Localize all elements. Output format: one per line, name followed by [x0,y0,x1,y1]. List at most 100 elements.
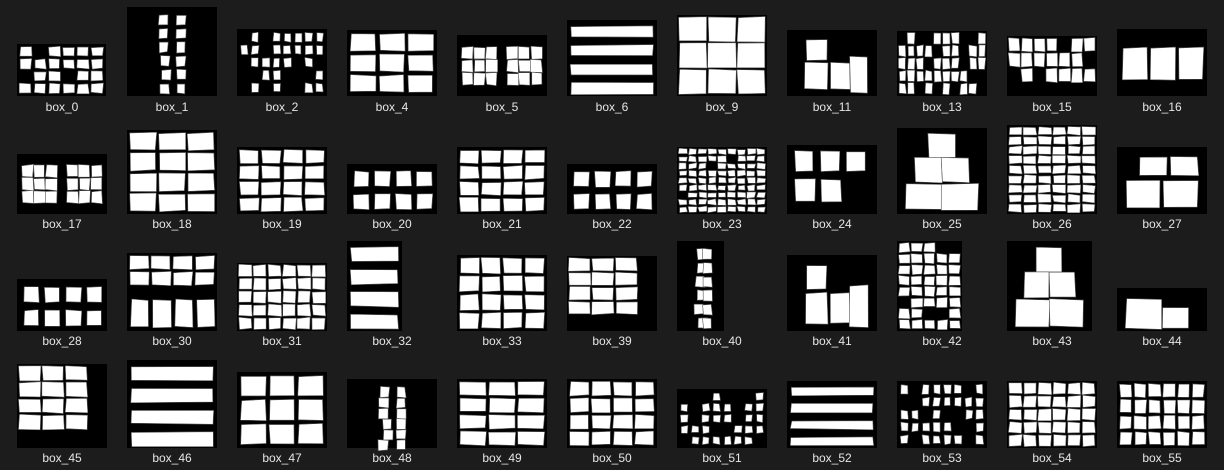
box-shape [756,177,767,184]
file-thumbnail-item[interactable]: box_21 [447,117,557,234]
box-shape [269,399,295,421]
box-shape [353,170,370,188]
box-shape [272,32,281,42]
file-thumbnail-item[interactable]: box_51 [667,351,777,468]
box-shape [911,319,923,329]
file-thumbnail-item[interactable]: box_9 [667,0,777,117]
file-thumbnail-item[interactable]: box_40 [667,234,777,351]
file-thumbnail-item[interactable]: box_30 [117,234,227,351]
box-shape [1023,271,1050,299]
file-thumbnail-item[interactable]: box_25 [887,117,997,234]
thumbnail-image [777,234,887,334]
file-thumbnail-item[interactable]: box_6 [557,0,667,117]
box-shape [679,206,688,214]
file-name-label: box_23 [702,217,742,231]
box-shape [267,263,282,277]
box-shape [261,57,271,68]
file-thumbnail-item[interactable]: box_39 [557,234,667,351]
file-thumbnail-item[interactable]: box_28 [7,234,117,351]
box-shape [924,285,936,297]
thumbnail-background [237,29,327,96]
file-name-label: box_45 [42,451,82,465]
box-shape [459,275,480,293]
box-shape [382,418,392,430]
box-shape [311,304,327,317]
box-shape [756,413,764,423]
file-thumbnail-item[interactable]: box_22 [557,117,667,234]
box-shape [503,149,524,164]
file-name-label: box_18 [152,217,192,231]
file-thumbnail-item[interactable]: box_32 [337,234,447,351]
file-thumbnail-item[interactable]: box_2 [227,0,337,117]
file-thumbnail-item[interactable]: box_26 [997,117,1107,234]
box-shape [1083,68,1096,82]
box-shape [1067,434,1081,446]
box-shape [707,148,717,155]
file-thumbnail-item[interactable]: box_42 [887,234,997,351]
box-shape [898,274,910,286]
file-thumbnail-item[interactable]: box_19 [227,117,337,234]
thumbnail-grid: box_0 box_1 box_2 box_4 box_5 box_6 box_9 box_1… [0,0,1224,470]
file-thumbnail-item[interactable]: box_44 [1107,234,1217,351]
box-shape [481,312,502,329]
file-thumbnail-item[interactable]: box_55 [1107,351,1217,468]
file-thumbnail-item[interactable]: box_20 [337,117,447,234]
file-thumbnail-item[interactable]: box_18 [117,117,227,234]
box-shape [240,399,267,422]
file-thumbnail-item[interactable]: box_24 [777,117,887,234]
box-shape [416,171,433,187]
box-shape [708,176,717,184]
file-thumbnail-item[interactable]: box_41 [777,234,887,351]
file-thumbnail-item[interactable]: box_43 [997,234,1107,351]
file-thumbnail-item[interactable]: box_50 [557,351,667,468]
box-shape [1191,414,1205,430]
box-shape [737,184,746,191]
box-shape [727,169,736,177]
file-thumbnail-item[interactable]: box_0 [7,0,117,117]
file-thumbnail-item[interactable]: box_31 [227,234,337,351]
file-thumbnail-item[interactable]: box_4 [337,0,447,117]
file-thumbnail-item[interactable]: box_16 [1107,0,1217,117]
box-shape [898,57,906,70]
file-thumbnail-item[interactable]: box_47 [227,351,337,468]
box-shape [568,286,591,301]
box-shape [968,44,978,58]
file-thumbnail-item[interactable]: box_17 [7,117,117,234]
box-shape [1070,38,1084,53]
file-thumbnail-item[interactable]: box_52 [777,351,887,468]
file-thumbnail-item[interactable]: box_13 [887,0,997,117]
file-thumbnail-item[interactable]: box_46 [117,351,227,468]
thumbnail-background [127,7,217,96]
box-shape [726,191,736,198]
box-shape [756,162,766,170]
file-name-label: box_43 [1032,334,1072,348]
file-thumbnail-item[interactable]: box_1 [117,0,227,117]
box-shape [239,165,260,180]
box-shape [1023,382,1037,395]
file-thumbnail-item[interactable]: box_5 [447,0,557,117]
file-thumbnail-item[interactable]: box_53 [887,351,997,468]
file-thumbnail-item[interactable]: box_45 [7,351,117,468]
file-thumbnail-item[interactable]: box_27 [1107,117,1217,234]
thumbnail-image [447,117,557,217]
file-thumbnail-item[interactable]: box_48 [337,351,447,468]
file-thumbnail-item[interactable]: box_15 [997,0,1107,117]
box-shape [570,44,654,56]
box-shape [1082,145,1096,155]
box-shape [933,384,941,395]
box-shape [723,414,732,423]
box-shape [907,57,916,70]
file-thumbnail-item[interactable]: box_11 [777,0,887,117]
box-shape [1162,414,1176,430]
box-shape [1170,156,1200,176]
box-shape [62,59,75,70]
file-thumbnail-item[interactable]: box_49 [447,351,557,468]
box-shape [916,70,924,82]
box-shape [1020,67,1033,83]
box-shape [485,72,498,87]
file-thumbnail-item[interactable]: box_33 [447,234,557,351]
file-thumbnail-item[interactable]: box_54 [997,351,1107,468]
box-shape [1134,399,1148,414]
box-shape [1037,382,1053,395]
file-thumbnail-item[interactable]: box_23 [667,117,777,234]
